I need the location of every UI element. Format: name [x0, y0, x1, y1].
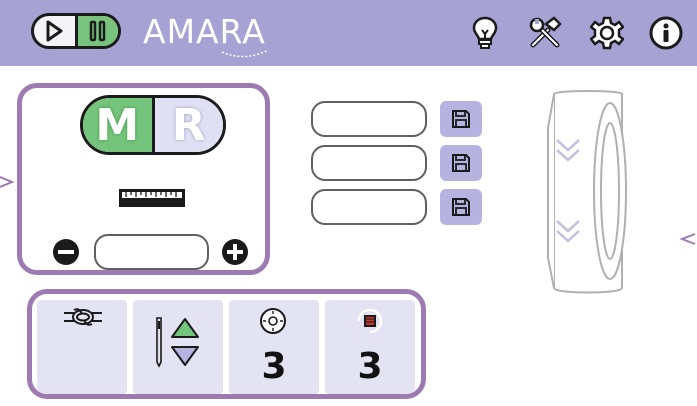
play-button[interactable]: [34, 16, 75, 46]
pause-button[interactable]: [74, 16, 118, 46]
knot-icon: [64, 308, 102, 326]
lightbulb-icon: [472, 16, 498, 49]
play-pause-toggle[interactable]: [31, 13, 121, 49]
pause-icon: [89, 20, 105, 42]
tools-icon: [529, 16, 562, 48]
mode-toggle[interactable]: M R: [80, 95, 226, 155]
floppy-icon: [452, 154, 470, 172]
floppy-icon: [452, 110, 470, 128]
save-preset-1-button[interactable]: [440, 101, 482, 137]
knot-tile[interactable]: [37, 300, 127, 394]
info-button[interactable]: [647, 14, 685, 52]
top-bar: AMARA: [0, 0, 697, 66]
gear-icon: [590, 16, 624, 50]
preset-field-2[interactable]: [311, 145, 427, 181]
settings-button[interactable]: [588, 14, 626, 52]
right-arrow-icon[interactable]: [680, 232, 696, 246]
left-arrow-icon[interactable]: [0, 175, 14, 189]
mode-m-button[interactable]: M: [83, 98, 152, 152]
save-preset-3-button[interactable]: [440, 189, 482, 225]
needle-position-tile[interactable]: [133, 300, 223, 394]
decrease-length-button[interactable]: [51, 237, 81, 267]
mode-r-button[interactable]: R: [151, 98, 223, 152]
bobbin-icon: [357, 308, 383, 334]
hint-button[interactable]: [466, 14, 504, 52]
save-preset-2-button[interactable]: [440, 145, 482, 181]
floppy-icon: [452, 198, 470, 216]
tools-button[interactable]: [526, 14, 564, 52]
tension-tile[interactable]: 3: [229, 300, 319, 394]
bobbin-ring-visual[interactable]: [540, 88, 640, 298]
logo-swoosh: [221, 49, 269, 58]
app-title: AMARA: [143, 12, 266, 51]
up-arrow-icon[interactable]: [169, 316, 201, 340]
info-icon: [649, 16, 683, 50]
tension-value: 3: [261, 346, 287, 387]
settings-panel: 3 3: [27, 289, 426, 399]
play-icon: [46, 20, 63, 42]
preset-field-1[interactable]: [311, 101, 427, 137]
down-arrow-icon[interactable]: [169, 344, 201, 368]
bobbin-value: 3: [357, 346, 383, 387]
stitch-length-panel: M R: [17, 83, 270, 275]
increase-length-button[interactable]: [220, 237, 250, 267]
needle-icon: [156, 317, 162, 368]
ruler-icon: [119, 189, 185, 207]
preset-field-3[interactable]: [311, 189, 427, 225]
stitch-length-field[interactable]: [94, 234, 209, 270]
bobbin-tile[interactable]: 3: [325, 300, 415, 394]
tension-dial-icon: [260, 308, 286, 334]
